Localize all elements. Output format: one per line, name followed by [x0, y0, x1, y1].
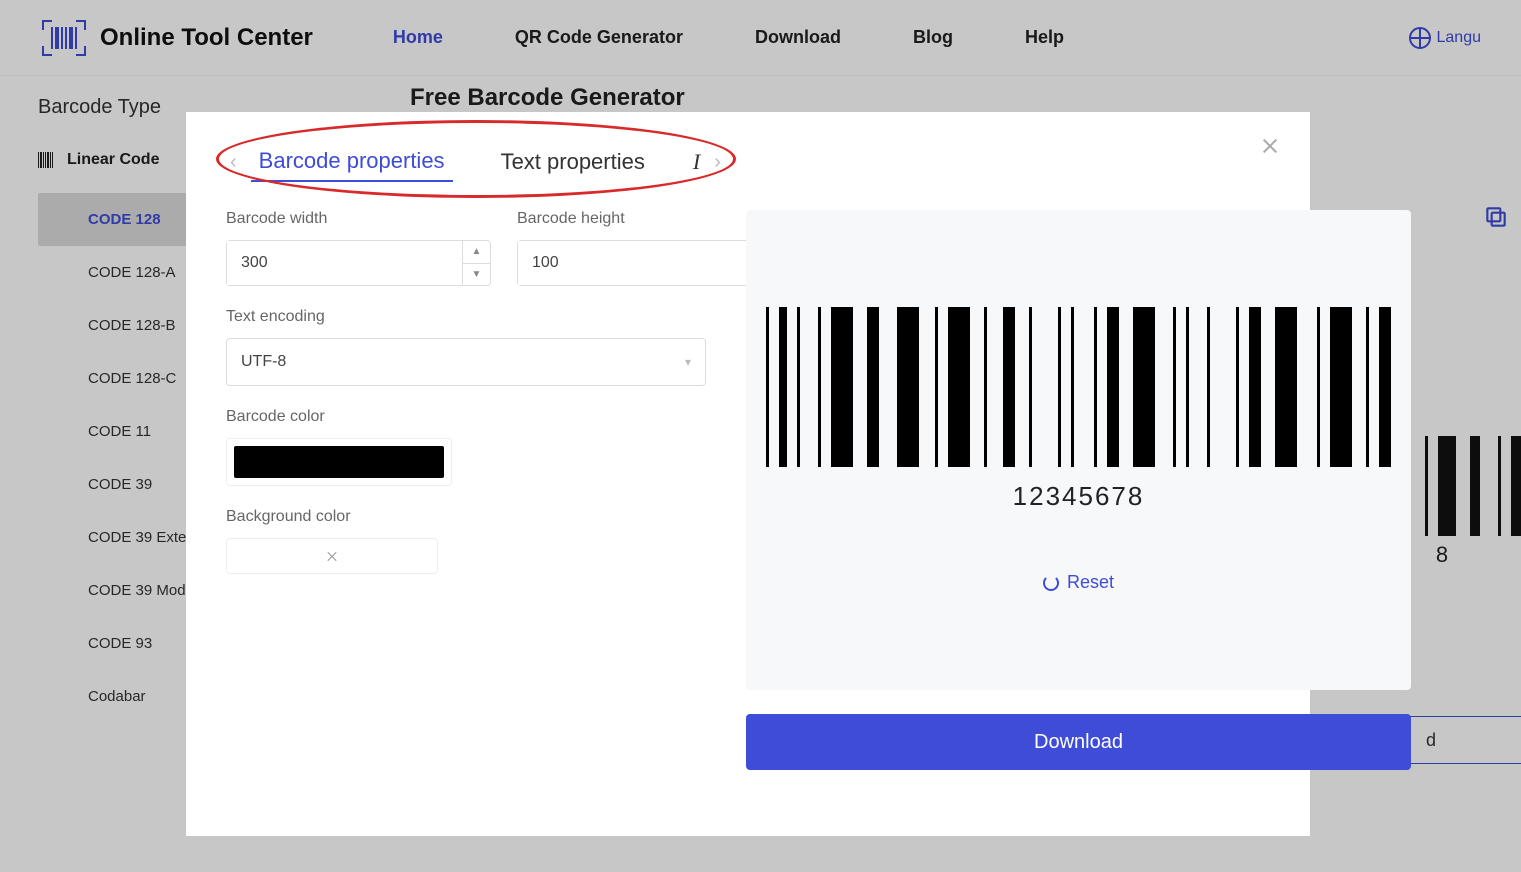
background-color-swatch-none	[230, 542, 434, 570]
text-encoding-value: UTF-8	[241, 353, 286, 371]
barcode-preview-text: 12345678	[1013, 481, 1145, 512]
download-button[interactable]: Download	[746, 714, 1411, 770]
tab-extra-indicator: I	[693, 149, 700, 175]
label-barcode-color: Barcode color	[226, 408, 706, 426]
tab-barcode-properties[interactable]: Barcode properties	[251, 142, 453, 182]
preview-column: 12345678 Reset Download	[746, 210, 1411, 806]
tabs-prev-icon[interactable]: ‹	[226, 151, 241, 174]
label-barcode-height: Barcode height	[517, 210, 782, 228]
width-decrement-button[interactable]: ▼	[463, 264, 490, 286]
chevron-down-icon: ▾	[685, 355, 691, 369]
barcode-bars	[766, 307, 1391, 467]
barcode-width-input[interactable]: ▲ ▼	[226, 240, 491, 286]
barcode-height-field[interactable]	[518, 241, 753, 285]
properties-modal: ‹ Barcode properties Text properties I ›…	[186, 112, 1310, 836]
tabs-row: ‹ Barcode properties Text properties I ›	[226, 142, 1270, 182]
barcode-height-input[interactable]: ▲ ▼	[517, 240, 782, 286]
text-encoding-select[interactable]: UTF-8 ▾	[226, 338, 706, 386]
background-color-picker[interactable]	[226, 538, 438, 574]
width-increment-button[interactable]: ▲	[463, 241, 490, 264]
reset-label: Reset	[1067, 572, 1114, 593]
barcode-color-swatch	[234, 446, 444, 478]
barcode-width-field[interactable]	[227, 241, 462, 285]
label-barcode-width: Barcode width	[226, 210, 491, 228]
reset-icon	[1043, 575, 1059, 591]
barcode-color-picker[interactable]	[226, 438, 452, 486]
tab-text-properties[interactable]: Text properties	[493, 143, 653, 181]
tabs-next-icon[interactable]: ›	[710, 151, 725, 174]
form-column: Barcode width ▲ ▼ Barcode height	[226, 210, 706, 806]
label-text-encoding: Text encoding	[226, 308, 706, 326]
barcode-preview: 12345678 Reset	[746, 210, 1411, 690]
reset-button[interactable]: Reset	[1043, 572, 1114, 593]
label-background-color: Background color	[226, 508, 706, 526]
